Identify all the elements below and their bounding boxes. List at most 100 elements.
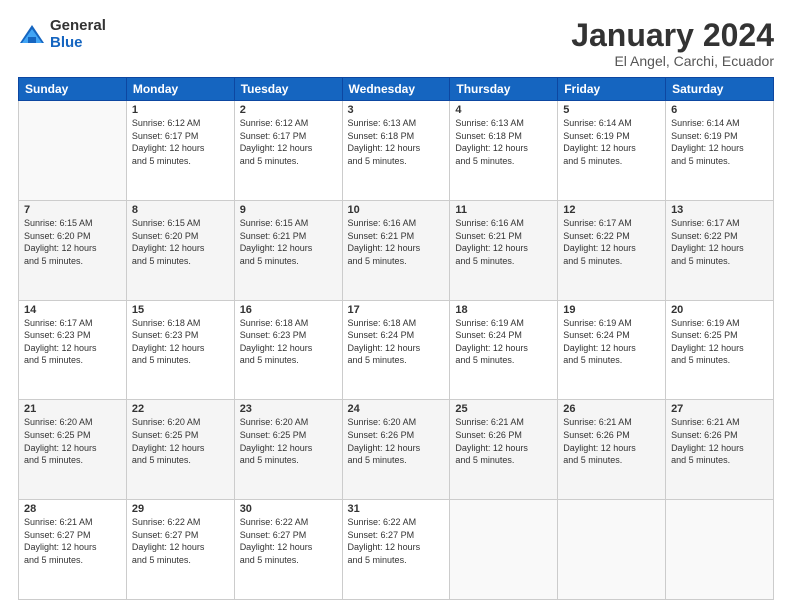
day-number: 31 <box>348 503 445 515</box>
day-number: 6 <box>671 104 768 116</box>
day-info: Sunrise: 6:21 AM Sunset: 6:26 PM Dayligh… <box>671 416 768 466</box>
calendar-day-cell: 25Sunrise: 6:21 AM Sunset: 6:26 PM Dayli… <box>450 400 558 500</box>
calendar-table: SundayMondayTuesdayWednesdayThursdayFrid… <box>18 77 774 600</box>
day-number: 1 <box>132 104 229 116</box>
day-number: 27 <box>671 403 768 415</box>
day-info: Sunrise: 6:18 AM Sunset: 6:23 PM Dayligh… <box>132 317 229 367</box>
empty-cell <box>558 500 666 600</box>
day-number: 8 <box>132 204 229 216</box>
calendar-week-row: 21Sunrise: 6:20 AM Sunset: 6:25 PM Dayli… <box>19 400 774 500</box>
day-info: Sunrise: 6:21 AM Sunset: 6:27 PM Dayligh… <box>24 516 121 566</box>
day-info: Sunrise: 6:18 AM Sunset: 6:23 PM Dayligh… <box>240 317 337 367</box>
day-number: 22 <box>132 403 229 415</box>
calendar-day-cell: 17Sunrise: 6:18 AM Sunset: 6:24 PM Dayli… <box>342 300 450 400</box>
day-number: 24 <box>348 403 445 415</box>
title-block: January 2024 El Angel, Carchi, Ecuador <box>571 18 774 69</box>
day-number: 29 <box>132 503 229 515</box>
calendar-day-cell: 26Sunrise: 6:21 AM Sunset: 6:26 PM Dayli… <box>558 400 666 500</box>
calendar-day-cell: 30Sunrise: 6:22 AM Sunset: 6:27 PM Dayli… <box>234 500 342 600</box>
day-number: 26 <box>563 403 660 415</box>
day-info: Sunrise: 6:18 AM Sunset: 6:24 PM Dayligh… <box>348 317 445 367</box>
calendar-day-cell: 8Sunrise: 6:15 AM Sunset: 6:20 PM Daylig… <box>126 200 234 300</box>
logo: General Blue <box>18 18 106 51</box>
day-info: Sunrise: 6:20 AM Sunset: 6:25 PM Dayligh… <box>132 416 229 466</box>
calendar-week-row: 14Sunrise: 6:17 AM Sunset: 6:23 PM Dayli… <box>19 300 774 400</box>
day-info: Sunrise: 6:19 AM Sunset: 6:25 PM Dayligh… <box>671 317 768 367</box>
calendar-day-cell: 31Sunrise: 6:22 AM Sunset: 6:27 PM Dayli… <box>342 500 450 600</box>
day-info: Sunrise: 6:15 AM Sunset: 6:21 PM Dayligh… <box>240 217 337 267</box>
day-info: Sunrise: 6:12 AM Sunset: 6:17 PM Dayligh… <box>240 117 337 167</box>
calendar-day-cell: 6Sunrise: 6:14 AM Sunset: 6:19 PM Daylig… <box>666 101 774 201</box>
day-info: Sunrise: 6:17 AM Sunset: 6:22 PM Dayligh… <box>671 217 768 267</box>
logo-blue-label: Blue <box>50 35 106 52</box>
day-number: 25 <box>455 403 552 415</box>
day-number: 15 <box>132 304 229 316</box>
calendar-day-cell: 16Sunrise: 6:18 AM Sunset: 6:23 PM Dayli… <box>234 300 342 400</box>
logo-general-label: General <box>50 18 106 35</box>
calendar-day-cell: 21Sunrise: 6:20 AM Sunset: 6:25 PM Dayli… <box>19 400 127 500</box>
logo-icon <box>18 21 46 49</box>
empty-cell <box>450 500 558 600</box>
day-number: 13 <box>671 204 768 216</box>
calendar-day-cell: 3Sunrise: 6:13 AM Sunset: 6:18 PM Daylig… <box>342 101 450 201</box>
day-info: Sunrise: 6:14 AM Sunset: 6:19 PM Dayligh… <box>671 117 768 167</box>
day-number: 4 <box>455 104 552 116</box>
calendar-day-cell: 20Sunrise: 6:19 AM Sunset: 6:25 PM Dayli… <box>666 300 774 400</box>
calendar-day-cell: 12Sunrise: 6:17 AM Sunset: 6:22 PM Dayli… <box>558 200 666 300</box>
day-number: 28 <box>24 503 121 515</box>
calendar-day-cell: 29Sunrise: 6:22 AM Sunset: 6:27 PM Dayli… <box>126 500 234 600</box>
calendar-header-row: SundayMondayTuesdayWednesdayThursdayFrid… <box>19 78 774 101</box>
day-info: Sunrise: 6:22 AM Sunset: 6:27 PM Dayligh… <box>348 516 445 566</box>
calendar-day-cell: 24Sunrise: 6:20 AM Sunset: 6:26 PM Dayli… <box>342 400 450 500</box>
day-info: Sunrise: 6:22 AM Sunset: 6:27 PM Dayligh… <box>240 516 337 566</box>
day-number: 14 <box>24 304 121 316</box>
day-number: 16 <box>240 304 337 316</box>
calendar-day-cell: 22Sunrise: 6:20 AM Sunset: 6:25 PM Dayli… <box>126 400 234 500</box>
day-info: Sunrise: 6:20 AM Sunset: 6:25 PM Dayligh… <box>24 416 121 466</box>
day-header-wednesday: Wednesday <box>342 78 450 101</box>
header: General Blue January 2024 El Angel, Carc… <box>18 18 774 69</box>
day-number: 18 <box>455 304 552 316</box>
logo-text: General Blue <box>50 18 106 51</box>
day-number: 20 <box>671 304 768 316</box>
calendar-day-cell: 4Sunrise: 6:13 AM Sunset: 6:18 PM Daylig… <box>450 101 558 201</box>
day-info: Sunrise: 6:17 AM Sunset: 6:22 PM Dayligh… <box>563 217 660 267</box>
calendar-week-row: 1Sunrise: 6:12 AM Sunset: 6:17 PM Daylig… <box>19 101 774 201</box>
day-number: 30 <box>240 503 337 515</box>
calendar-day-cell: 28Sunrise: 6:21 AM Sunset: 6:27 PM Dayli… <box>19 500 127 600</box>
calendar-day-cell: 5Sunrise: 6:14 AM Sunset: 6:19 PM Daylig… <box>558 101 666 201</box>
day-info: Sunrise: 6:12 AM Sunset: 6:17 PM Dayligh… <box>132 117 229 167</box>
day-info: Sunrise: 6:19 AM Sunset: 6:24 PM Dayligh… <box>455 317 552 367</box>
calendar-day-cell: 10Sunrise: 6:16 AM Sunset: 6:21 PM Dayli… <box>342 200 450 300</box>
day-info: Sunrise: 6:19 AM Sunset: 6:24 PM Dayligh… <box>563 317 660 367</box>
day-info: Sunrise: 6:15 AM Sunset: 6:20 PM Dayligh… <box>132 217 229 267</box>
day-header-monday: Monday <box>126 78 234 101</box>
day-info: Sunrise: 6:14 AM Sunset: 6:19 PM Dayligh… <box>563 117 660 167</box>
calendar-week-row: 7Sunrise: 6:15 AM Sunset: 6:20 PM Daylig… <box>19 200 774 300</box>
day-info: Sunrise: 6:20 AM Sunset: 6:26 PM Dayligh… <box>348 416 445 466</box>
empty-cell <box>666 500 774 600</box>
calendar-day-cell: 27Sunrise: 6:21 AM Sunset: 6:26 PM Dayli… <box>666 400 774 500</box>
day-header-saturday: Saturday <box>666 78 774 101</box>
empty-cell <box>19 101 127 201</box>
calendar-day-cell: 7Sunrise: 6:15 AM Sunset: 6:20 PM Daylig… <box>19 200 127 300</box>
day-number: 12 <box>563 204 660 216</box>
calendar-day-cell: 19Sunrise: 6:19 AM Sunset: 6:24 PM Dayli… <box>558 300 666 400</box>
calendar-day-cell: 15Sunrise: 6:18 AM Sunset: 6:23 PM Dayli… <box>126 300 234 400</box>
day-info: Sunrise: 6:22 AM Sunset: 6:27 PM Dayligh… <box>132 516 229 566</box>
day-info: Sunrise: 6:21 AM Sunset: 6:26 PM Dayligh… <box>455 416 552 466</box>
day-number: 3 <box>348 104 445 116</box>
calendar-week-row: 28Sunrise: 6:21 AM Sunset: 6:27 PM Dayli… <box>19 500 774 600</box>
calendar-day-cell: 13Sunrise: 6:17 AM Sunset: 6:22 PM Dayli… <box>666 200 774 300</box>
day-number: 19 <box>563 304 660 316</box>
day-header-sunday: Sunday <box>19 78 127 101</box>
page: General Blue January 2024 El Angel, Carc… <box>0 0 792 612</box>
month-title: January 2024 <box>571 18 774 53</box>
day-number: 9 <box>240 204 337 216</box>
day-info: Sunrise: 6:21 AM Sunset: 6:26 PM Dayligh… <box>563 416 660 466</box>
calendar-day-cell: 18Sunrise: 6:19 AM Sunset: 6:24 PM Dayli… <box>450 300 558 400</box>
calendar-day-cell: 2Sunrise: 6:12 AM Sunset: 6:17 PM Daylig… <box>234 101 342 201</box>
day-info: Sunrise: 6:15 AM Sunset: 6:20 PM Dayligh… <box>24 217 121 267</box>
day-number: 7 <box>24 204 121 216</box>
location: El Angel, Carchi, Ecuador <box>571 53 774 69</box>
